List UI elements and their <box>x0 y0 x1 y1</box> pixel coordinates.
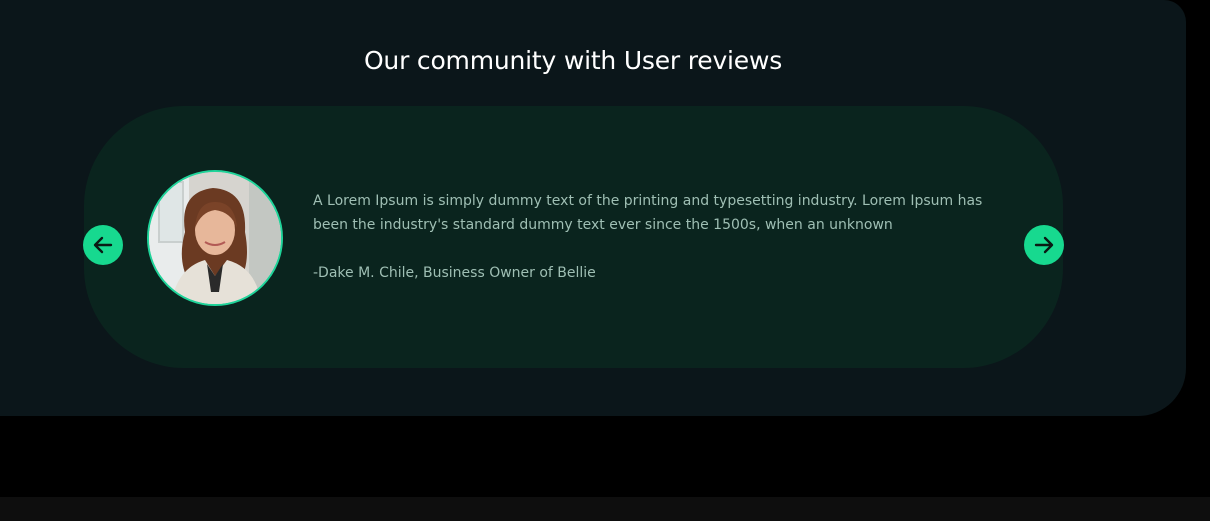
section-title: Our community with User reviews <box>363 46 783 75</box>
review-text: A Lorem Ipsum is simply dummy text of th… <box>313 193 983 233</box>
review-author: -Dake M. Chile, Business Owner of Bellie <box>313 265 596 281</box>
arrow-right-icon <box>1034 236 1054 254</box>
reviewer-avatar <box>147 170 283 306</box>
previous-review-button[interactable] <box>83 225 123 265</box>
next-review-button[interactable] <box>1024 225 1064 265</box>
footer-strip <box>0 497 1210 521</box>
reviews-section: Our community with User reviews A Lorem … <box>0 0 1186 416</box>
arrow-left-icon <box>93 236 113 254</box>
